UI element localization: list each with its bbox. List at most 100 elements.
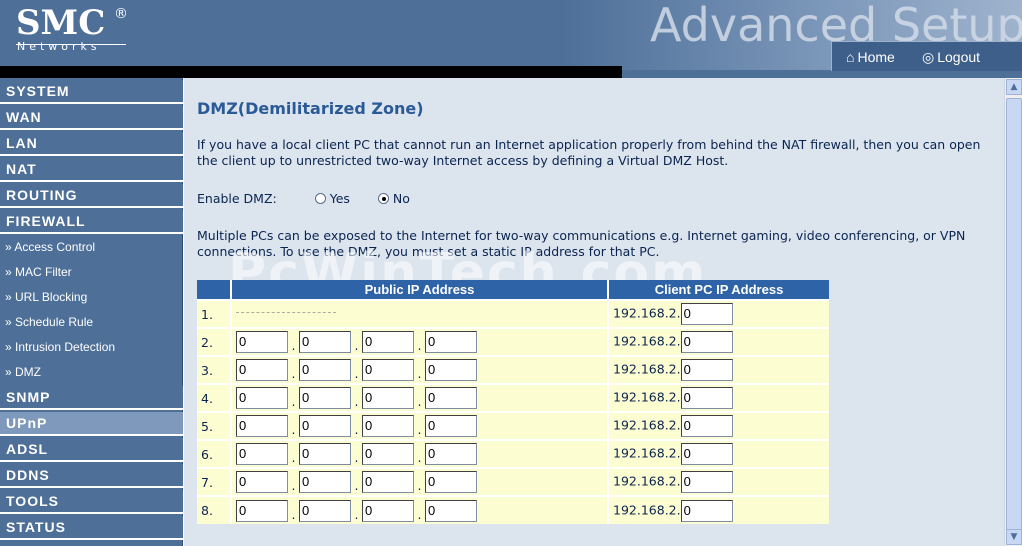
row-number: 6. <box>197 439 232 468</box>
row-number: 8. <box>197 495 232 524</box>
client-ip-prefix: 192.168.2. <box>613 333 681 349</box>
top-links: ⌂ Home ◎ Logout <box>831 41 1022 71</box>
home-link[interactable]: ⌂ Home <box>846 49 895 65</box>
sidebar-item-wan[interactable]: WAN <box>0 106 183 130</box>
row-number: 5. <box>197 411 232 440</box>
sidebar-item-ddns[interactable]: DDNS <box>0 464 183 488</box>
dmz-table: Public IP Address Client PC IP Address 1… <box>197 280 829 524</box>
public-ip-cell: 0.0.0.0 <box>231 495 609 524</box>
enable-no-radio[interactable] <box>377 193 389 204</box>
public-ip-octet-1-input[interactable]: 0 <box>236 359 288 381</box>
public-ip-octet-2-input[interactable]: 0 <box>299 499 351 522</box>
public-ip-octet-3-input[interactable]: 0 <box>362 359 414 381</box>
home-icon: ⌂ <box>846 49 855 65</box>
public-ip-octet-3-input[interactable]: 0 <box>362 415 414 437</box>
sidebar-item-firewall[interactable]: FIREWALL <box>0 210 183 234</box>
row-number: 2. <box>197 327 232 356</box>
public-ip-octet-4-input[interactable]: 0 <box>425 471 477 493</box>
public-ip-octet-1-input[interactable]: 0 <box>236 331 288 353</box>
client-ip-last-octet-input[interactable]: 0 <box>680 331 733 353</box>
public-ip-octet-1-input[interactable]: 0 <box>236 415 288 437</box>
public-ip-octet-2-input[interactable]: 0 <box>299 359 351 381</box>
sidebar: SYSTEM WAN LAN NAT ROUTING FIREWALL » Ac… <box>0 78 183 546</box>
octet-separator: . <box>417 506 422 522</box>
public-ip-cell: 0.0.0.0 <box>231 327 609 356</box>
octet-separator: . <box>417 422 422 437</box>
sidebar-subitem-url-blocking[interactable]: » URL Blocking <box>0 285 183 310</box>
vertical-scrollbar[interactable]: ▲ ▼ <box>1004 78 1022 546</box>
public-ip-octet-2-input[interactable]: 0 <box>299 443 351 465</box>
client-ip-prefix: 192.168.2. <box>613 389 681 405</box>
octet-separator: . <box>354 506 359 522</box>
client-ip-last-octet-input[interactable]: 0 <box>680 359 733 381</box>
octet-separator: . <box>417 450 422 465</box>
scroll-thumb[interactable] <box>1006 98 1022 542</box>
header-black-bar <box>0 66 622 78</box>
sidebar-item-system[interactable]: SYSTEM <box>0 80 183 104</box>
sidebar-item-upnp[interactable]: UPnP <box>0 412 183 436</box>
sidebar-item-lan[interactable]: LAN <box>0 132 183 156</box>
public-ip-octet-4-input[interactable]: 0 <box>425 415 477 437</box>
sidebar-subitem-schedule-rule[interactable]: » Schedule Rule <box>0 310 183 335</box>
client-ip-last-octet-input[interactable]: 0 <box>680 415 733 437</box>
octet-separator: . <box>354 394 359 409</box>
public-ip-octet-3-input[interactable]: 0 <box>362 443 414 465</box>
octet-separator: . <box>354 366 359 381</box>
client-ip-last-octet-input[interactable]: 0 <box>680 471 733 493</box>
public-ip-octet-2-input[interactable]: 0 <box>299 387 351 409</box>
sidebar-subitem-access-control[interactable]: » Access Control <box>0 235 183 260</box>
public-ip-octet-4-input[interactable]: 0 <box>425 387 477 409</box>
sidebar-subitem-dmz[interactable]: » DMZ <box>0 360 183 385</box>
octet-separator: . <box>354 338 359 353</box>
scroll-down-arrow-icon[interactable]: ▼ <box>1006 529 1022 545</box>
public-ip-octet-1-input[interactable]: 0 <box>236 443 288 465</box>
row-number: 4. <box>197 383 232 412</box>
public-ip-octet-4-input[interactable]: 0 <box>425 359 477 381</box>
public-ip-octet-1-input[interactable]: 0 <box>236 387 288 409</box>
sidebar-subitem-mac-filter[interactable]: » MAC Filter <box>0 260 183 285</box>
client-ip-prefix: 192.168.2. <box>613 473 681 489</box>
sidebar-item-nat[interactable]: NAT <box>0 158 183 182</box>
sidebar-item-status[interactable]: STATUS <box>0 516 183 540</box>
home-label: Home <box>857 49 895 65</box>
client-ip-last-octet-input[interactable]: 0 <box>680 303 733 325</box>
public-ip-octet-4-input[interactable]: 0 <box>425 443 477 465</box>
table-row: 7. 0. 0. 0. 0 192.168.2. 0 <box>197 467 829 496</box>
public-ip-octet-2-input[interactable]: 0 <box>299 471 351 493</box>
client-ip-last-octet-input[interactable]: 0 <box>680 499 733 522</box>
client-ip-cell: 192.168.2. 0 <box>608 355 829 384</box>
public-ip-octet-4-input[interactable]: 0 <box>425 331 477 353</box>
client-ip-prefix: 192.168.2. <box>613 361 681 377</box>
octet-separator: . <box>417 478 422 493</box>
public-ip-octet-3-input[interactable]: 0 <box>362 499 414 522</box>
col-public-header: Public IP Address <box>231 280 609 300</box>
logout-link[interactable]: ◎ Logout <box>922 49 980 66</box>
client-ip-last-octet-input[interactable]: 0 <box>680 443 733 465</box>
table-row: 3. 0. 0. 0. 0 192.168.2. 0 <box>197 355 829 384</box>
public-ip-octet-1-input[interactable]: 0 <box>236 499 288 522</box>
octet-separator: . <box>291 450 296 465</box>
public-ip-octet-3-input[interactable]: 0 <box>362 471 414 493</box>
octet-separator: . <box>291 478 296 493</box>
logo-brand: SMC <box>16 3 106 43</box>
scroll-up-arrow-icon[interactable]: ▲ <box>1006 79 1022 95</box>
sidebar-subitem-intrusion-detection[interactable]: » Intrusion Detection <box>0 335 183 360</box>
public-ip-octet-1-input[interactable]: 0 <box>236 471 288 493</box>
client-ip-cell: 192.168.2. 0 <box>608 439 829 468</box>
sidebar-item-tools[interactable]: TOOLS <box>0 490 183 514</box>
logout-icon: ◎ <box>922 49 935 65</box>
logo-divider <box>16 44 126 45</box>
client-ip-prefix: 192.168.2. <box>613 417 681 433</box>
logo-registered-mark: ® <box>114 6 128 22</box>
public-ip-octet-3-input[interactable]: 0 <box>362 387 414 409</box>
sidebar-item-snmp[interactable]: SNMP <box>0 386 183 410</box>
sidebar-item-adsl[interactable]: ADSL <box>0 438 183 462</box>
multi-pc-text: Multiple PCs can be exposed to the Inter… <box>197 228 966 259</box>
client-ip-last-octet-input[interactable]: 0 <box>680 387 733 409</box>
public-ip-octet-3-input[interactable]: 0 <box>362 331 414 353</box>
public-ip-octet-2-input[interactable]: 0 <box>299 415 351 437</box>
public-ip-octet-4-input[interactable]: 0 <box>425 499 477 522</box>
sidebar-item-routing[interactable]: ROUTING <box>0 184 183 208</box>
enable-yes-radio[interactable] <box>314 193 326 204</box>
public-ip-octet-2-input[interactable]: 0 <box>299 331 351 353</box>
